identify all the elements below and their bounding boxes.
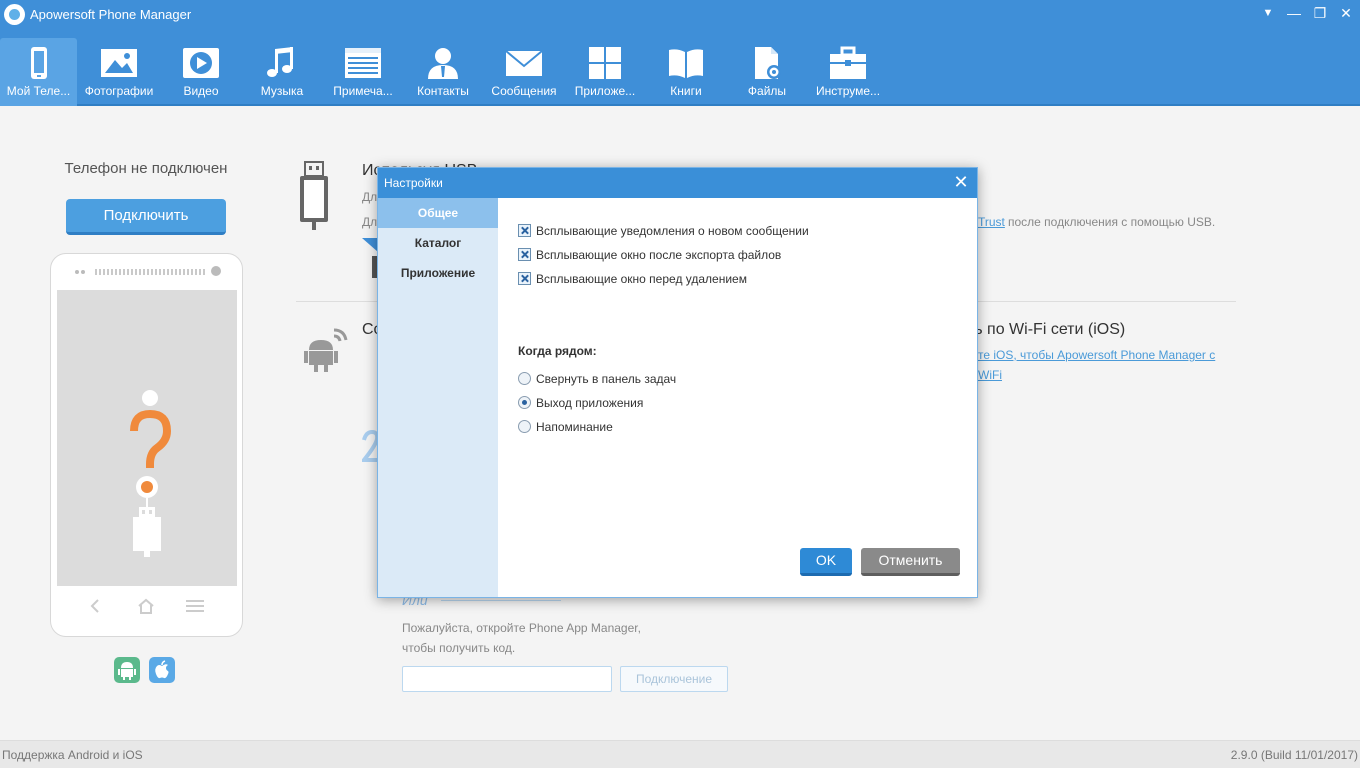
back-icon	[90, 599, 99, 613]
radio-selected-icon[interactable]	[518, 396, 531, 409]
dialog-sidebar: Общее Каталог Приложение	[378, 198, 498, 597]
apps-icon	[589, 47, 621, 79]
dialog-title: Настройки	[384, 176, 443, 190]
tab-photos[interactable]: Фотографии	[79, 38, 159, 102]
main-toolbar: Мой Теле... Фотографии Видео Музыка Прим…	[0, 30, 1360, 106]
option-label: Всплывающие уведомления о новом сообщени…	[536, 224, 809, 238]
tab-contacts[interactable]: Контакты	[403, 38, 483, 102]
version-text: 2.9.0 (Build 11/01/2017)	[1230, 748, 1358, 762]
tab-video[interactable]: Видео	[161, 38, 241, 102]
dialog-header: Настройки ✕	[378, 168, 977, 198]
ok-button[interactable]: OK	[800, 548, 852, 576]
usb-instruction-1: Дл	[362, 190, 378, 204]
trust-link[interactable]: Trust	[978, 215, 1005, 229]
dialog-close-button[interactable]: ✕	[951, 171, 971, 193]
radio-icon[interactable]	[518, 420, 531, 433]
phone-sensor-icon	[75, 270, 87, 274]
phone-nav-bar	[51, 596, 242, 616]
sidebar-item-general[interactable]: Общее	[378, 198, 498, 228]
radio-icon[interactable]	[518, 372, 531, 385]
option-label: Всплывающие окно после экспорта файлов	[536, 248, 782, 262]
download-arrow-icon	[362, 238, 378, 278]
tab-my-phone[interactable]: Мой Теле...	[0, 38, 77, 106]
photo-icon	[101, 49, 137, 77]
tab-files[interactable]: Файлы	[727, 38, 807, 102]
tab-tools[interactable]: Инструме...	[808, 38, 888, 102]
android-wifi-icon	[304, 328, 348, 372]
tab-label: Файлы	[747, 84, 787, 98]
usb-trust-text: после подключения с помощью USB.	[1008, 215, 1216, 229]
tab-apps[interactable]: Приложе...	[565, 38, 645, 102]
tab-label: Книги	[670, 84, 702, 98]
android-icon[interactable]	[114, 657, 140, 683]
tab-notes[interactable]: Примеча...	[323, 38, 403, 102]
sidebar-item-catalog[interactable]: Каталог	[378, 228, 498, 258]
support-text: Поддержка Android и iOS	[2, 748, 143, 762]
phone-speaker-icon	[95, 269, 205, 275]
step-number-icon	[362, 430, 378, 462]
or-divider	[441, 600, 561, 601]
sidebar-item-application[interactable]: Приложение	[378, 258, 498, 288]
tab-label: Видео	[183, 84, 219, 98]
files-icon	[755, 47, 781, 79]
minimize-button[interactable]: —	[1282, 2, 1306, 24]
option-label: Свернуть в панель задач	[536, 372, 677, 386]
tab-label: Приложе...	[574, 84, 636, 98]
question-mark-usb-icon	[130, 390, 172, 557]
wifi-ios-link-2[interactable]: WiFi	[978, 368, 1002, 382]
contacts-icon	[428, 48, 458, 79]
apple-icon[interactable]	[149, 657, 175, 683]
video-icon	[183, 48, 219, 78]
option-label: Всплывающие окно перед удалением	[536, 272, 747, 286]
option-label: Напоминание	[536, 420, 613, 434]
code-hint-line-2: чтобы получить код.	[402, 641, 516, 655]
menu-dropdown-icon[interactable]: ▼	[1256, 2, 1280, 24]
option-label: Выход приложения	[536, 396, 644, 410]
close-window-button[interactable]: ✕	[1334, 2, 1358, 24]
usb-cable-icon	[300, 161, 328, 230]
tab-music[interactable]: Музыка	[242, 38, 322, 102]
messages-icon	[505, 50, 543, 76]
home-icon	[138, 598, 154, 614]
tab-label: Мой Теле...	[6, 84, 71, 98]
usb-instruction-2: Дл	[362, 215, 378, 229]
code-hint-line-1: Пожалуйста, откройте Phone App Manager,	[402, 621, 641, 635]
dialog-content: Всплывающие уведомления о новом сообщени…	[498, 198, 977, 597]
phone-illustration	[50, 253, 243, 637]
code-input[interactable]	[402, 666, 612, 692]
tab-label: Музыка	[260, 84, 304, 98]
tab-label: Примеча...	[333, 84, 393, 98]
phone-screen	[57, 290, 237, 586]
music-icon	[267, 47, 293, 77]
cancel-button[interactable]: Отменить	[861, 548, 960, 576]
maximize-button[interactable]: ❐	[1308, 2, 1332, 24]
phone-status-text: Телефон не подключен	[64, 160, 228, 177]
notes-icon	[345, 48, 381, 78]
settings-dialog: Настройки ✕ Общее Каталог Приложение Всп…	[377, 167, 978, 598]
checkbox-checked-icon[interactable]	[518, 248, 531, 261]
tab-messages[interactable]: Сообщения	[484, 38, 564, 102]
code-connect-button[interactable]: Подключение	[620, 666, 728, 692]
tab-label: Контакты	[417, 84, 469, 98]
tools-icon	[830, 46, 866, 79]
title-bar: Apowersoft Phone Manager ▼ — ❐ ✕	[0, 0, 1360, 30]
status-bar: Поддержка Android и iOS 2.9.0 (Build 11/…	[0, 740, 1360, 768]
checkbox-checked-icon[interactable]	[518, 272, 531, 285]
tab-label: Инструме...	[815, 84, 881, 98]
checkbox-checked-icon[interactable]	[518, 224, 531, 237]
close-behavior-label: Когда рядом:	[518, 344, 597, 358]
books-icon	[669, 49, 703, 78]
tab-books[interactable]: Книги	[646, 38, 726, 102]
connect-button[interactable]: Подключить	[66, 199, 226, 235]
tab-label: Сообщения	[491, 84, 557, 98]
app-title: Apowersoft Phone Manager	[30, 7, 192, 22]
phone-camera-icon	[211, 266, 221, 276]
wifi-ios-title: ить по Wi-Fi сети (iOS)	[958, 321, 1126, 338]
tab-label: Фотографии	[84, 84, 154, 98]
menu-icon	[186, 600, 204, 612]
wifi-ios-link-1[interactable]: те iOS, чтобы Apowersoft Phone Manager с	[978, 348, 1215, 362]
phone-icon	[30, 47, 47, 79]
app-logo-icon	[4, 4, 25, 25]
